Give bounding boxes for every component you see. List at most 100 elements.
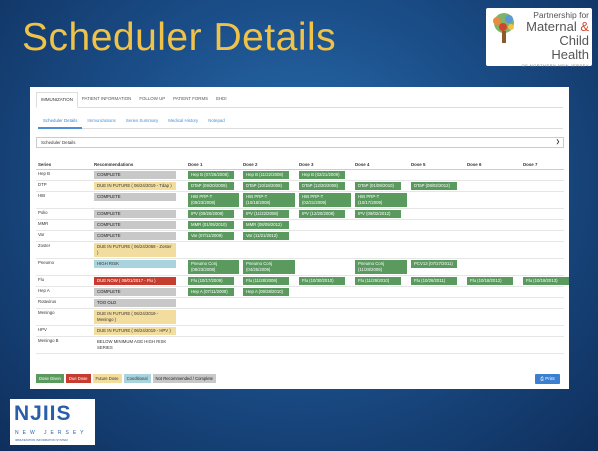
dose-chip[interactable]: IPV (11/22/2008) [243, 209, 289, 218]
dose-chip[interactable]: Hep B (11/22/2008) [243, 170, 289, 179]
legend-dose-given: Dose Given [36, 374, 64, 383]
series-name: Var [36, 230, 92, 242]
series-name: DTP [36, 180, 92, 192]
dose-chip[interactable]: DTaP (10/18/2008) [243, 181, 289, 190]
table-row: Meningo DUE IN FUTURE ( 06/24/2019 - Meni… [36, 308, 564, 326]
subtab-notepad[interactable]: Notepad [203, 115, 230, 129]
dose-chip[interactable]: HIB PRP-T (10/18/2008) [243, 192, 295, 207]
tab-patient-forms[interactable]: PATIENT FORMS [169, 92, 212, 108]
njiis-title: NJIIS [14, 402, 72, 425]
dose-chip[interactable]: HIB PRP-T (09/23/2008) [188, 192, 239, 207]
table-row: Rotavirus TOO OLD [36, 297, 564, 309]
series-name: Hep A [36, 286, 92, 298]
dose-chip[interactable]: HIB PRP-T (02/21/2009) [299, 192, 351, 207]
subtab-medical-history[interactable]: Medical History [163, 115, 203, 129]
recommendation-badge: COMPLETE [94, 192, 176, 201]
recommendation-badge: BELOW MINIMUM AGE HIGH RISK SERIES [97, 338, 167, 350]
dose-chip[interactable]: Hep A (09/28/2010) [243, 287, 289, 296]
recommendation-badge: COMPLETE [94, 220, 176, 229]
tab-patient-information[interactable]: PATIENT INFORMATION [78, 92, 135, 108]
series-name: Meningo B [36, 336, 92, 354]
subtab-immunizations[interactable]: Immunizations [82, 115, 120, 129]
recommendation-badge: COMPLETE [94, 209, 176, 218]
dose-chip[interactable]: Flu (10/19/2013) [523, 276, 569, 285]
table-row: Hep A COMPLETE Hep A (07/11/2009) Hep A (09… [36, 286, 564, 298]
table-row: Meningo B BELOW MINIMUM AGE HIGH RISK SER… [36, 336, 564, 354]
tab-immunization[interactable]: IMMUNIZATION [36, 92, 78, 108]
legend-future-dose: Future Dose [92, 374, 122, 383]
series-name: HIB [36, 191, 92, 209]
series-name: Pneumo [36, 258, 92, 276]
series-name: HPV [36, 325, 92, 337]
dose-chip[interactable]: DTaP (08/02/2012) [411, 181, 457, 190]
recommendation-badge: TOO OLD [94, 298, 176, 307]
dose-chip[interactable]: DTaP (01/09/2010) [355, 181, 401, 190]
table-row: Hep B COMPLETE Hep B (07/26/2008) Hep B (11… [36, 169, 564, 181]
dose-chip[interactable]: IPV (08/02/2012) [355, 209, 401, 218]
dose-chip[interactable]: Flu (11/28/2009) [243, 276, 289, 285]
tree-icon [493, 13, 514, 43]
slide-title: Scheduler Details [22, 16, 337, 59]
logo-line-2: Maternal [526, 19, 581, 34]
dose-chip[interactable]: Hep A (07/11/2009) [188, 287, 234, 296]
printer-icon: ⎙ [540, 376, 544, 381]
table-row: HIB COMPLETE HIB PRP-T (09/23/2008) HIB PRP… [36, 191, 564, 209]
series-name: Polio [36, 208, 92, 220]
column-header-dose-1: Dose 1 [186, 160, 241, 170]
dose-chip[interactable]: MMR (01/09/2010) [188, 220, 234, 229]
table-row: DTP DUE IN FUTURE ( 06/24/2019 - Tdap ) DT… [36, 180, 564, 192]
top-tab-bar: IMMUNIZATION PATIENT INFORMATION FOLLOW UP… [36, 92, 563, 108]
column-header-dose-7: Dose 7 [521, 160, 564, 170]
tab-follow-up[interactable]: FOLLOW UP [135, 92, 169, 108]
dose-chip[interactable]: IPV (12/20/2008) [299, 209, 345, 218]
njiis-logo: NJIIS NEW JERSEY IMMUNIZATION INFORMATIO… [10, 399, 95, 445]
sub-tab-bar: Scheduler Details Immunizations Series Sum… [38, 115, 563, 129]
tab-ehdi[interactable]: EHDI [212, 92, 231, 108]
print-button[interactable]: ⎙ Print [535, 374, 560, 384]
column-header-dose-3: Dose 3 [297, 160, 353, 170]
dose-chip[interactable]: DTaP (12/20/2008) [299, 181, 345, 190]
njiis-subtitle: NEW JERSEY [15, 430, 88, 436]
legend-due-dose: Due Dose [65, 374, 91, 383]
dose-chip[interactable]: Pneumo Conj (08/23/2008) [188, 259, 239, 274]
recommendation-badge: HIGH RISK [94, 259, 176, 268]
recommendation-badge: COMPLETE [94, 170, 176, 179]
recommendation-badge: DUE IN FUTURE ( 06/24/2019 - Tdap ) [94, 181, 176, 190]
series-name: Meningo [36, 308, 92, 326]
dose-chip[interactable]: Flu (10/18/2012) [467, 276, 513, 285]
dose-chip[interactable]: Var (07/11/2009) [188, 231, 234, 240]
dose-chip[interactable]: HIB PRP-T (10/17/2009) [355, 192, 407, 207]
recommendation-badge: DUE IN FUTURE ( 06/24/2019 - Meningo ) [94, 309, 176, 324]
dose-chip[interactable]: Flu (11/29/2010) [355, 276, 401, 285]
dose-chip[interactable]: DTaP (09/20/2008) [188, 181, 234, 190]
table-body: Hep B COMPLETE Hep B (07/26/2008) Hep B (11… [36, 169, 569, 354]
column-header-recommendations: Recommendations [92, 160, 186, 170]
scheduler-table: Series Recommendations Dose 1 Dose 2 Dose 3 D… [36, 160, 569, 354]
column-header-dose-2: Dose 2 [241, 160, 297, 170]
dose-chip[interactable]: Var (11/21/2012) [243, 231, 289, 240]
dose-chip[interactable]: Pneumo Conj (11/28/2009) [355, 259, 407, 274]
table-header-row: Series Recommendations Dose 1 Dose 2 Dose 3 D… [36, 160, 564, 170]
subtab-scheduler-details[interactable]: Scheduler Details [38, 115, 83, 129]
dose-chip[interactable]: Hep B (07/26/2008) [188, 170, 234, 179]
dose-chip[interactable]: PCV13 (07/27/2011) [411, 259, 457, 268]
recommendation-badge: DUE IN FUTURE ( 06/24/2019 - HPV ) [94, 326, 176, 335]
scheduler-panel: IMMUNIZATION PATIENT INFORMATION FOLLOW UP… [30, 87, 569, 389]
dose-chip[interactable]: Flu (10/17/2009) [188, 276, 234, 285]
series-name: Flu [36, 275, 92, 287]
table-row: Var COMPLETE Var (07/11/2009) Var (11/21/20… [36, 230, 564, 242]
subtab-series-summary[interactable]: Series Summary [121, 115, 163, 129]
dose-chip[interactable]: Flu (10/30/2010) [299, 276, 345, 285]
scheduler-dropdown[interactable]: Scheduler Details ❯ [36, 137, 564, 148]
dose-chip[interactable]: Hep B (02/21/2009) [299, 170, 345, 179]
logo-line-3: Child Health [551, 33, 589, 62]
column-header-series: Series [36, 160, 92, 170]
dose-chip[interactable]: MMR (08/09/2012) [243, 220, 289, 229]
dose-chip[interactable]: Flu (10/26/2011) [411, 276, 457, 285]
dose-chip[interactable]: Pneumo Conj (04/25/2009) [243, 259, 295, 274]
dose-chip[interactable]: IPV (09/20/2008) [188, 209, 234, 218]
print-label: Print [545, 376, 555, 381]
column-header-dose-6: Dose 6 [465, 160, 521, 170]
recommendation-badge: DUE IN FUTURE ( 06/24/2068 - Zoster ) [94, 242, 176, 257]
logo-ampersand: & [580, 19, 589, 34]
